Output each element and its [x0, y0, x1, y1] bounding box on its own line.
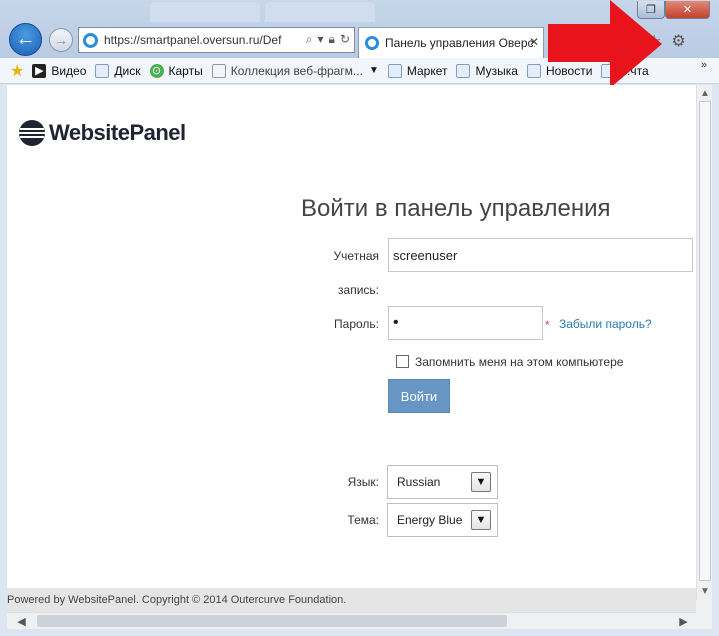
- back-button[interactable]: ←: [9, 23, 42, 56]
- fav-item-disk[interactable]: Диск: [95, 63, 141, 78]
- websitepanel-logo[interactable]: WebsitePanel: [18, 119, 186, 147]
- fav-label: Коллекция веб-фрагм...: [230, 63, 363, 78]
- chevron-down-icon[interactable]: ▼: [471, 472, 491, 492]
- chevron-down-icon[interactable]: ▼: [369, 65, 379, 76]
- fav-label: Карты: [168, 63, 203, 78]
- login-title: Войти в панель управления: [301, 195, 611, 222]
- fav-item-video[interactable]: ▶ Видео: [32, 63, 87, 78]
- fav-label: Музыка: [475, 63, 518, 78]
- back-arrow-icon: ←: [15, 28, 36, 50]
- scroll-right-icon[interactable]: ▶: [675, 613, 692, 630]
- fav-label: Диск: [114, 63, 141, 78]
- remember-me-label[interactable]: Запомнить меня на этом компьютере: [415, 355, 623, 369]
- login-button[interactable]: Войти: [388, 379, 450, 413]
- maps-icon: ⊙: [149, 63, 164, 78]
- page-viewport: WebsitePanel Войти в панель управления У…: [7, 85, 696, 612]
- required-mark: *: [545, 318, 550, 332]
- tab-favicon-icon: [365, 36, 379, 50]
- search-icon[interactable]: ⌕: [306, 32, 313, 47]
- scroll-left-icon[interactable]: ◀: [13, 613, 30, 630]
- footer-text: Powered by WebsitePanel. Copyright © 201…: [7, 594, 347, 606]
- fav-label: Видео: [51, 63, 87, 78]
- logo-text: WebsitePanel: [49, 120, 186, 145]
- forward-arrow-icon: →: [54, 32, 68, 48]
- fav-item-market[interactable]: Маркет: [387, 63, 448, 78]
- forward-button[interactable]: →: [49, 28, 73, 52]
- scrollbar-corner: [696, 600, 712, 629]
- vertical-scroll-thumb[interactable]: [699, 101, 711, 581]
- horizontal-scrollbar[interactable]: ◀ ▶: [7, 612, 696, 629]
- theme-label: Тема:: [347, 513, 379, 527]
- video-icon: ▶: [32, 63, 47, 78]
- market-icon: [387, 63, 402, 78]
- remember-me-checkbox[interactable]: [396, 355, 409, 368]
- tab-active[interactable]: Панель управления Оверс... ✕: [358, 27, 544, 58]
- fav-label: Маркет: [406, 63, 448, 78]
- background-tab[interactable]: [150, 2, 260, 22]
- scroll-up-icon[interactable]: ▲: [697, 85, 713, 101]
- address-url[interactable]: https://smartpanel.oversun.ru/Def: [104, 33, 284, 47]
- password-label: Пароль:: [334, 317, 379, 331]
- password-input[interactable]: •: [388, 306, 543, 340]
- language-select[interactable]: Russian ▼: [387, 465, 498, 499]
- tab-close-icon[interactable]: ✕: [529, 35, 539, 49]
- dropdown-icon[interactable]: ▾: [318, 32, 324, 47]
- chevron-down-icon[interactable]: ▼: [471, 510, 491, 530]
- red-arrow-annotation: [548, 0, 662, 88]
- close-icon: ✕: [682, 4, 693, 16]
- username-input[interactable]: screenuser: [388, 238, 693, 272]
- site-favicon-icon: [83, 32, 98, 48]
- fav-item-music[interactable]: Музыка: [456, 63, 518, 78]
- theme-select[interactable]: Energy Blue ▼: [387, 503, 498, 537]
- webslice-icon: [211, 63, 226, 78]
- page-footer: Powered by WebsitePanel. Copyright © 201…: [7, 588, 696, 612]
- background-tab[interactable]: [265, 2, 375, 22]
- language-value: Russian: [397, 475, 441, 489]
- tab-title: Панель управления Оверс...: [385, 36, 535, 50]
- fav-item-maps[interactable]: ⊙ Карты: [149, 63, 203, 78]
- forgot-password-link[interactable]: Забыли пароль?: [559, 317, 652, 331]
- refresh-icon[interactable]: ↻: [340, 32, 350, 47]
- username-label-cont: запись:: [338, 283, 379, 297]
- logo-globe-icon: [19, 120, 45, 146]
- username-label: Учетная: [333, 249, 379, 263]
- language-label: Язык:: [347, 475, 379, 489]
- scroll-down-icon[interactable]: ▼: [697, 583, 713, 599]
- theme-value: Energy Blue: [397, 513, 463, 527]
- address-bar[interactable]: https://smartpanel.oversun.ru/Def ⌕ ▾ 🔒︎…: [78, 27, 355, 53]
- news-icon: [526, 63, 541, 78]
- lock-icon[interactable]: 🔒︎: [329, 32, 335, 47]
- horizontal-scroll-thumb[interactable]: [37, 615, 507, 627]
- favorites-more-icon[interactable]: »: [701, 59, 707, 71]
- music-icon: [456, 63, 471, 78]
- disk-icon: [95, 63, 110, 78]
- vertical-scrollbar[interactable]: ▲ ▼: [696, 85, 712, 600]
- fav-item-webslice[interactable]: Коллекция веб-фрагм... ▼: [211, 63, 379, 78]
- add-favorite-star-icon[interactable]: ★: [10, 61, 24, 81]
